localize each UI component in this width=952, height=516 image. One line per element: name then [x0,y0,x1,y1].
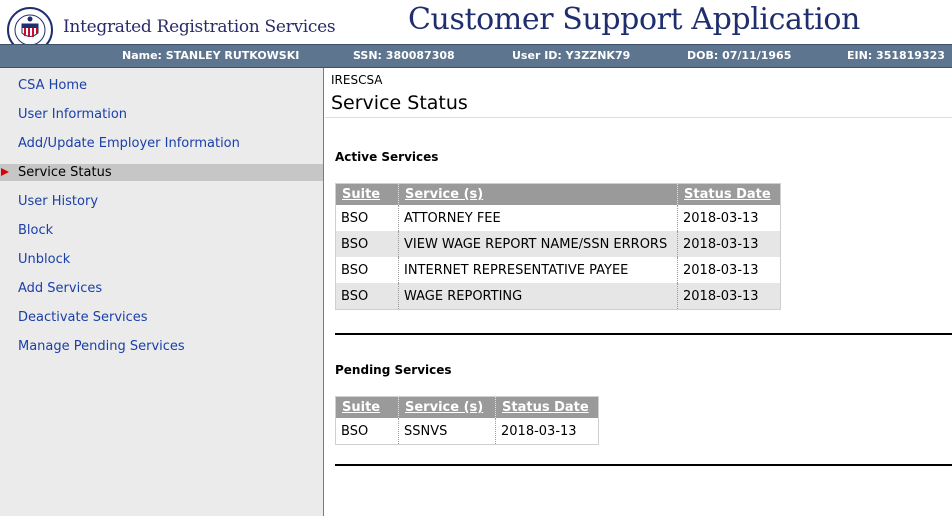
active-services-heading: Active Services [335,150,439,164]
cell-status-date: 2018-03-13 [677,283,781,310]
page-title: Service Status [331,92,468,114]
sidebar-item-user-history[interactable]: User History [0,193,323,210]
sidebar-item-label[interactable]: Deactivate Services [18,309,148,326]
breadcrumb: IRESCSA [331,73,383,87]
sidebar-item-deactivate-services[interactable]: Deactivate Services [0,309,323,326]
cell-status-date: 2018-03-13 [677,231,781,257]
user-info-bar: Name: STANLEY RUTKOWSKI SSN: 380087308 U… [0,44,952,68]
table-header-row: Suite Service (s) Status Date [335,396,599,418]
cell-service: SSNVS [398,418,496,445]
app-header: Integrated Registration Services Custome… [0,0,952,53]
sidebar-item-label[interactable]: Block [18,222,53,239]
table-row: BSO SSNVS 2018-03-13 [335,418,599,445]
sidebar-item-csa-home[interactable]: CSA Home [0,77,323,94]
app-title: Customer Support Application [408,2,860,37]
table-row: BSO VIEW WAGE REPORT NAME/SSN ERRORS 201… [335,231,781,257]
user-ein: EIN: 351819323 [847,49,945,62]
user-name: Name: STANLEY RUTKOWSKI [122,49,300,62]
cell-status-date: 2018-03-13 [677,205,781,231]
pending-services-table: Suite Service (s) Status Date BSO SSNVS … [335,396,599,445]
user-dob: DOB: 07/11/1965 [687,49,792,62]
column-header-suite[interactable]: Suite [335,396,399,418]
cell-service: WAGE REPORTING [398,283,678,310]
cell-suite: BSO [335,231,399,257]
column-header-status-date[interactable]: Status Date [495,396,599,418]
column-header-service[interactable]: Service (s) [398,396,496,418]
cell-service: VIEW WAGE REPORT NAME/SSN ERRORS [398,231,678,257]
column-header-suite[interactable]: Suite [335,183,399,205]
sidebar-item-add-update-employer[interactable]: Add/Update Employer Information [0,135,323,152]
user-id: User ID: Y3ZZNK79 [512,49,631,62]
sidebar-item-service-status[interactable]: Service Status [0,164,323,181]
cell-suite: BSO [335,257,399,283]
table-row: BSO INTERNET REPRESENTATIVE PAYEE 2018-0… [335,257,781,283]
title-divider [325,117,952,118]
sidebar-item-label[interactable]: CSA Home [18,77,87,94]
section-divider [335,464,952,466]
sidebar-item-label[interactable]: Manage Pending Services [18,338,185,355]
sidebar-item-label[interactable]: User History [18,193,98,210]
table-row: BSO ATTORNEY FEE 2018-03-13 [335,205,781,231]
cell-suite: BSO [335,283,399,310]
sidebar-item-label[interactable]: User Information [18,106,127,123]
active-services-table: Suite Service (s) Status Date BSO ATTORN… [335,183,781,310]
cell-status-date: 2018-03-13 [677,257,781,283]
main-content: IRESCSA Service Status Active Services S… [325,68,952,516]
sidebar-item-manage-pending-services[interactable]: Manage Pending Services [0,338,323,355]
cell-suite: BSO [335,205,399,231]
sidebar-item-label[interactable]: Service Status [18,164,112,181]
sidebar-item-add-services[interactable]: Add Services [0,280,323,297]
user-ssn: SSN: 380087308 [353,49,455,62]
table-header-row: Suite Service (s) Status Date [335,183,781,205]
pending-services-heading: Pending Services [335,363,452,377]
active-arrow-icon [1,168,9,176]
cell-service: ATTORNEY FEE [398,205,678,231]
sidebar-item-label[interactable]: Unblock [18,251,70,268]
sidebar-item-block[interactable]: Block [0,222,323,239]
sidebar-nav: CSA Home User Information Add/Update Emp… [0,68,324,516]
table-row: BSO WAGE REPORTING 2018-03-13 [335,283,781,310]
sidebar-item-user-information[interactable]: User Information [0,106,323,123]
sidebar-item-label[interactable]: Add Services [18,280,102,297]
sidebar-item-unblock[interactable]: Unblock [0,251,323,268]
cell-service: INTERNET REPRESENTATIVE PAYEE [398,257,678,283]
column-header-service[interactable]: Service (s) [398,183,678,205]
brand-name: Integrated Registration Services [63,17,336,37]
section-divider [335,333,952,335]
cell-status-date: 2018-03-13 [495,418,599,445]
sidebar-item-label[interactable]: Add/Update Employer Information [18,135,240,152]
column-header-status-date[interactable]: Status Date [677,183,781,205]
cell-suite: BSO [335,418,399,445]
